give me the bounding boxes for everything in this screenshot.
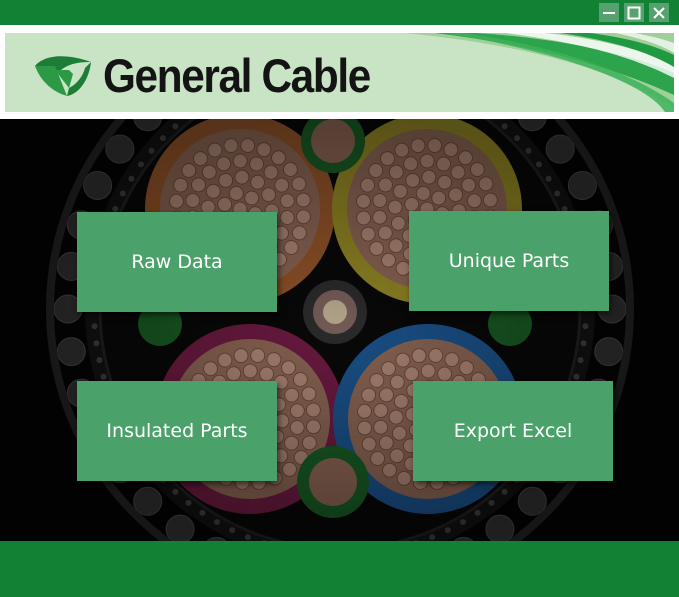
close-button[interactable] — [649, 3, 669, 22]
title-bar — [0, 0, 679, 25]
raw-data-button[interactable]: Raw Data — [77, 212, 277, 312]
general-cable-logo-icon — [35, 56, 91, 96]
minimize-button[interactable] — [599, 3, 619, 22]
close-icon — [653, 6, 665, 19]
maximize-button[interactable] — [624, 3, 644, 22]
export-excel-button[interactable]: Export Excel — [413, 381, 613, 481]
header: General Cable — [0, 25, 679, 119]
footer-bar — [0, 541, 679, 597]
logo-text: General Cable — [103, 49, 371, 102]
main-panel: Raw Data Unique Parts Insulated Parts Ex… — [0, 119, 679, 541]
unique-parts-button[interactable]: Unique Parts — [409, 211, 609, 311]
logo-banner: General Cable — [5, 33, 674, 112]
minimize-icon — [603, 11, 615, 14]
insulated-parts-button[interactable]: Insulated Parts — [77, 381, 277, 481]
maximize-icon — [627, 6, 641, 19]
